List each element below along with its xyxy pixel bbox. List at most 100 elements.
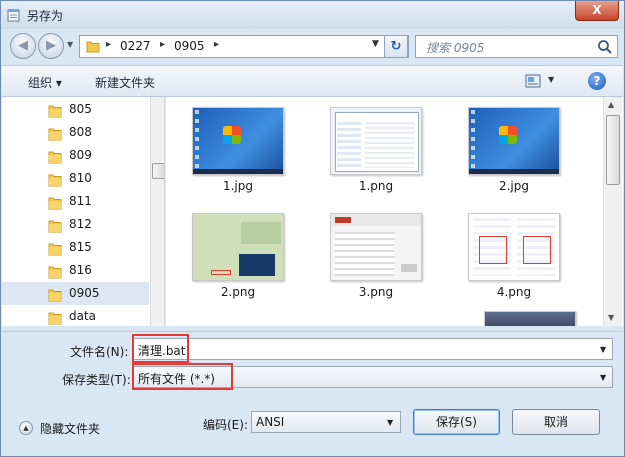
- file-thumbnail: [330, 107, 422, 175]
- file-item[interactable]: 2.jpg: [450, 97, 560, 197]
- forward-button[interactable]: ▶: [38, 33, 64, 59]
- folder-icon: [48, 105, 62, 118]
- file-name: 1.png: [358, 179, 394, 193]
- encoding-label: 编码(E):: [203, 418, 248, 432]
- filetype-dropdown-icon[interactable]: ▼: [600, 373, 606, 382]
- cancel-button[interactable]: 取消: [512, 409, 600, 435]
- search-icon[interactable]: [597, 39, 613, 55]
- tree-item-0905[interactable]: 0905: [2, 282, 149, 305]
- hide-folders-label[interactable]: 隐藏文件夹: [40, 420, 100, 437]
- encoding-select[interactable]: ANSI ▼: [251, 411, 401, 433]
- folder-icon: [48, 151, 62, 164]
- tree-item-label: 808: [69, 125, 92, 139]
- notepad-icon: [7, 9, 20, 22]
- breadcrumb-separator-icon[interactable]: ▸: [106, 39, 111, 50]
- address-dropdown-icon[interactable]: ▼: [372, 39, 379, 49]
- tree-item-815[interactable]: 815: [2, 236, 149, 259]
- tree-item-label: 0905: [69, 286, 100, 300]
- file-list-scrollbar[interactable]: ▲ ▼: [603, 97, 622, 326]
- view-options-icon[interactable]: [525, 74, 541, 88]
- collapse-icon[interactable]: ▲: [19, 421, 33, 435]
- tree-item-810[interactable]: 810: [2, 167, 149, 190]
- filename-input[interactable]: 清理.bat ▼: [133, 338, 613, 360]
- tree-item-809[interactable]: 809: [2, 144, 149, 167]
- close-button[interactable]: X: [575, 1, 619, 21]
- tree-item-label: data: [69, 309, 97, 323]
- file-thumbnail: [468, 107, 560, 175]
- tree-item-808[interactable]: 808: [2, 121, 149, 144]
- breadcrumb-separator-icon[interactable]: ▸: [214, 39, 219, 50]
- scrollbar-thumb[interactable]: [606, 115, 620, 185]
- file-name: 4.png: [496, 285, 532, 299]
- tree-item-811[interactable]: 811: [2, 190, 149, 213]
- window-title: 另存为: [27, 9, 64, 23]
- file-item[interactable]: 2.png: [174, 203, 284, 303]
- file-item[interactable]: 1.jpg: [174, 97, 284, 197]
- tree-item-label: 810: [69, 171, 92, 185]
- file-thumbnail: [330, 213, 422, 281]
- file-item[interactable]: 1.png: [312, 97, 422, 197]
- tree-item-805[interactable]: 805: [2, 98, 149, 121]
- folder-icon: [48, 174, 62, 187]
- file-name: 2.jpg: [498, 179, 530, 193]
- tree-item-label: 816: [69, 263, 92, 277]
- save-as-dialog: 另存为 X ◀ ▶ ▼ ▸ 0227 ▸ 0905 ▸ ▼ ↻ 搜索 0905 …: [0, 0, 625, 457]
- file-item-partial[interactable]: [466, 307, 576, 326]
- tree-item-label: 812: [69, 217, 92, 231]
- navigation-bar: ◀ ▶ ▼ ▸ 0227 ▸ 0905 ▸ ▼ ↻ 搜索 0905: [1, 29, 624, 65]
- folder-icon: [48, 197, 62, 210]
- file-list: 1.jpg 1.png 2.jpg 2.png 3.png 4.png ▲ ▼: [166, 97, 623, 326]
- highlight-box: [132, 363, 233, 390]
- file-name: 1.jpg: [222, 179, 254, 193]
- folder-icon: [48, 312, 62, 325]
- highlight-box: [132, 334, 189, 363]
- breadcrumb-separator-icon[interactable]: ▸: [160, 39, 165, 50]
- file-name: 2.png: [220, 285, 256, 299]
- navigation-scrollbar[interactable]: [150, 97, 164, 326]
- refresh-button[interactable]: ↻: [384, 35, 408, 58]
- tree-item-label: 811: [69, 194, 92, 208]
- file-thumbnail: [468, 213, 560, 281]
- scroll-up-icon[interactable]: ▲: [608, 100, 614, 109]
- tree-item-data[interactable]: data: [2, 305, 149, 326]
- back-button[interactable]: ◀: [10, 33, 36, 59]
- view-dropdown-icon[interactable]: ▼: [548, 75, 554, 84]
- file-item[interactable]: 3.png: [312, 203, 422, 303]
- search-placeholder: 搜索 0905: [426, 41, 485, 55]
- scrollbar-thumb[interactable]: [152, 163, 164, 179]
- help-icon[interactable]: ?: [588, 72, 606, 90]
- file-thumbnail: [192, 213, 284, 281]
- filename-dropdown-icon[interactable]: ▼: [600, 345, 606, 354]
- command-toolbar: 组织 ▾ 新建文件夹 ▼ ?: [2, 65, 623, 97]
- folder-icon: [48, 266, 62, 279]
- scroll-down-icon[interactable]: ▼: [608, 313, 614, 322]
- navigation-pane: 805 808 809 810 811 812 815 816 0905 data: [2, 97, 165, 326]
- save-button[interactable]: 保存(S): [413, 409, 500, 435]
- filename-label: 文件名(N):: [70, 345, 129, 359]
- title-bar: 另存为 X: [1, 1, 624, 29]
- new-folder-button[interactable]: 新建文件夹: [95, 74, 155, 91]
- file-thumbnail: [484, 311, 576, 326]
- tree-item-label: 815: [69, 240, 92, 254]
- encoding-dropdown-icon[interactable]: ▼: [387, 418, 393, 427]
- search-input[interactable]: 搜索 0905: [415, 35, 618, 58]
- tree-item-816[interactable]: 816: [2, 259, 149, 282]
- breadcrumb-item[interactable]: 0227: [120, 39, 151, 53]
- folder-icon: [86, 41, 100, 53]
- folder-icon: [48, 128, 62, 141]
- tree-item-812[interactable]: 812: [2, 213, 149, 236]
- encoding-value: ANSI: [256, 415, 285, 429]
- tree-item-label: 809: [69, 148, 92, 162]
- file-item[interactable]: 4.png: [450, 203, 560, 303]
- filetype-label: 保存类型(T):: [62, 373, 131, 387]
- address-bar[interactable]: ▸ 0227 ▸ 0905 ▸ ▼: [79, 35, 409, 58]
- tree-item-label: 805: [69, 102, 92, 116]
- recent-pages-dropdown-icon[interactable]: ▼: [67, 40, 73, 49]
- file-thumbnail: [192, 107, 284, 175]
- divider: [2, 331, 623, 332]
- organize-menu[interactable]: 组织 ▾: [28, 74, 62, 91]
- folder-icon: [48, 220, 62, 233]
- folder-icon: [48, 243, 62, 256]
- file-name: 3.png: [358, 285, 394, 299]
- breadcrumb-item[interactable]: 0905: [174, 39, 205, 53]
